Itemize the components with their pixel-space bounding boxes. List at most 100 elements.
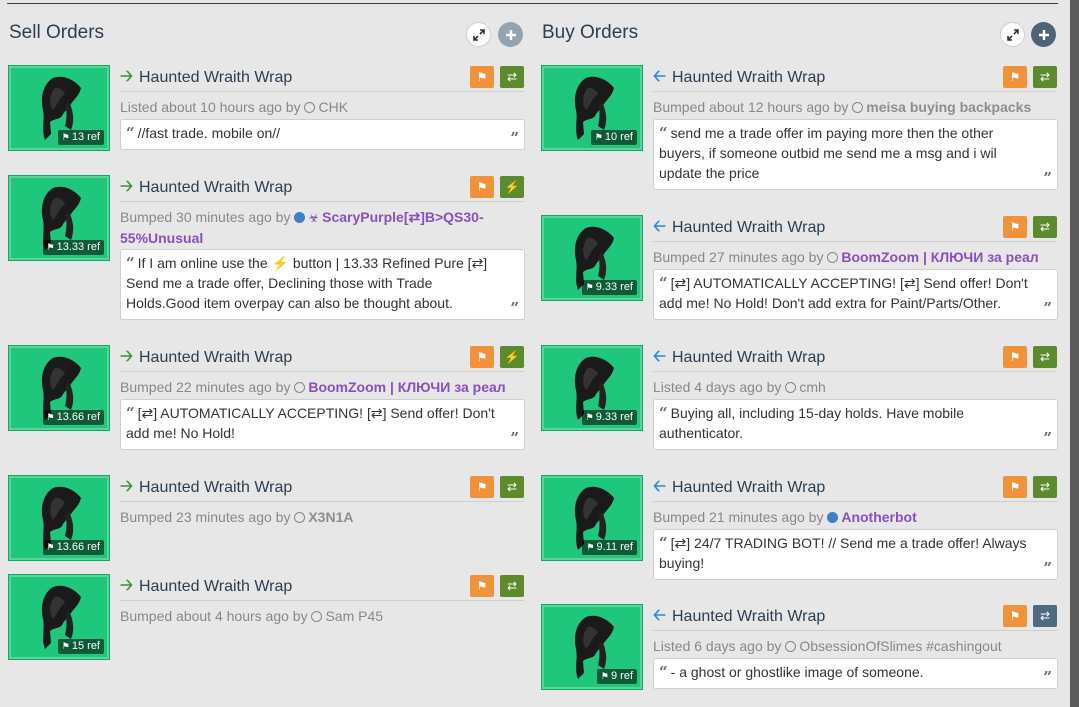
item-thumbnail[interactable]: ⚑ 9.11 ref [542,476,642,560]
item-thumbnail[interactable]: ⚑ 10 ref [542,66,642,150]
report-button[interactable]: ⚑ [1003,476,1027,498]
buy-expand-button[interactable] [1000,22,1025,47]
item-thumbnail[interactable]: ⚑ 9.33 ref [542,346,642,430]
item-name-link[interactable]: Haunted Wraith Wrap [139,578,292,596]
item-thumbnail[interactable]: ⚑ 9.33 ref [542,216,642,300]
arrow-right-icon: 🡢 [120,348,133,365]
user-link[interactable]: meisa buying backpacks [866,99,1031,115]
item-name-link[interactable]: Haunted Wraith Wrap [139,69,292,87]
user-link[interactable]: cmh [799,379,825,395]
trade-icon: ⇄ [506,70,518,84]
user-link[interactable]: Sam P45 [325,608,383,624]
comment-text: [⇄] 24/7 TRADING BOT! // Send me a trade… [659,535,1027,571]
sell-add-button[interactable] [498,22,523,47]
listing-meta: Bumped 30 minutes ago by ☣ ScaryPurple[⇄]… [120,207,530,248]
listing-status: Bumped 27 minutes ago by [653,249,824,265]
item-thumbnail[interactable]: ⚑ 9 ref [542,605,642,689]
item-name-link[interactable]: Haunted Wraith Wrap [672,69,825,87]
quote-open-icon: “ [659,404,668,422]
item-thumbnail[interactable]: ⚑ 13 ref [9,66,109,150]
price-badge: ⚑ 13 ref [57,130,104,145]
sell-orders-column: Sell Orders ⚑ 13 ref 🡢 Haunted Wraith Wrap ⚑… [0,0,525,707]
report-button[interactable]: ⚑ [470,476,494,498]
trade-offer-button[interactable]: ⇄ [1033,346,1057,368]
trade-offer-button[interactable]: ⇄ [1033,605,1057,627]
price-badge: ⚑ 9.11 ref [582,540,637,555]
report-button[interactable]: ⚑ [1003,605,1027,627]
quote-close-icon: ” [1043,299,1052,317]
listing-status: Listed 6 days ago by [653,638,782,654]
item-name-link[interactable]: Haunted Wraith Wrap [672,349,825,367]
comment-text: //fast trade. mobile on// [137,125,281,141]
instant-trade-button[interactable]: ⚡ [500,346,524,368]
price-badge: ⚑ 10 ref [590,130,637,145]
quote-close-icon: ” [510,129,519,147]
tag-icon: ⚑ [61,641,70,651]
report-button[interactable]: ⚑ [1003,346,1027,368]
listing-comment: “//fast trade. mobile on// ” [120,119,525,150]
user-link[interactable]: ObsessionOfSlimes #cashingout [799,638,1001,654]
scrollbar[interactable] [1070,0,1079,707]
listing-comment: “send me a trade offer im paying more th… [653,119,1058,190]
price-label: 10 ref [604,131,633,143]
user-badge-icon: ☣ [308,211,320,225]
item-name-link[interactable]: Haunted Wraith Wrap [139,479,292,497]
quote-open-icon: “ [659,274,668,292]
listing-meta: Bumped 21 minutes ago by Anotherbot [653,507,1063,527]
trade-offer-button[interactable]: ⇄ [1033,66,1057,88]
listing-status: Bumped 30 minutes ago by [120,209,291,225]
sell-expand-button[interactable] [466,22,491,47]
offline-status-icon [785,382,797,393]
item-name-link[interactable]: Haunted Wraith Wrap [672,608,825,626]
report-button[interactable]: ⚑ [470,346,494,368]
flag-icon: ⚑ [1009,350,1021,364]
item-header: 🡠 Haunted Wraith Wrap ⚑ ⇄ [653,605,1057,631]
user-link[interactable]: Anotherbot [841,509,916,525]
flag-icon: ⚑ [1009,220,1021,234]
item-thumbnail[interactable]: ⚑ 13.66 ref [9,476,109,560]
price-label: 13 ref [71,131,100,143]
price-label: 13.33 ref [56,241,100,253]
trade-offer-button[interactable]: ⇄ [1033,216,1057,238]
report-button[interactable]: ⚑ [1003,66,1027,88]
instant-trade-button[interactable]: ⚡ [500,176,524,198]
trade-offer-button[interactable]: ⇄ [500,66,524,88]
report-button[interactable]: ⚑ [470,66,494,88]
item-name-link[interactable]: Haunted Wraith Wrap [139,179,292,197]
user-link[interactable]: BoomZoom | КЛЮЧИ за реал [841,249,1038,265]
item-thumbnail[interactable]: ⚑ 15 ref [9,575,109,659]
quote-open-icon: “ [126,254,135,272]
price-label: 9.33 ref [595,281,633,293]
user-link[interactable]: X3N1A [308,509,353,525]
report-button[interactable]: ⚑ [470,176,494,198]
expand-icon [1006,28,1019,41]
user-link[interactable]: CHK [318,99,348,115]
lightning-icon: ⚡ [504,350,520,364]
item-header: 🡢 Haunted Wraith Wrap ⚑ ⇄ [120,476,524,502]
arrow-right-icon: 🡢 [120,478,133,495]
offline-status-icon [311,611,323,622]
report-button[interactable]: ⚑ [1003,216,1027,238]
arrow-right-icon: 🡢 [120,68,133,85]
item-thumbnail[interactable]: ⚑ 13.33 ref [9,176,109,260]
trade-offer-button[interactable]: ⇄ [500,575,524,597]
price-label: 13.66 ref [56,411,100,423]
trade-offer-button[interactable]: ⇄ [1033,476,1057,498]
item-name-link[interactable]: Haunted Wraith Wrap [139,349,292,367]
buy-add-button[interactable] [1031,22,1056,47]
price-badge: ⚑ 13.33 ref [42,240,104,255]
item-name-link[interactable]: Haunted Wraith Wrap [672,479,825,497]
listing-status: Bumped about 4 hours ago by [120,608,308,624]
item-header: 🡢 Haunted Wraith Wrap ⚑ ⇄ [120,575,524,601]
user-link[interactable]: BoomZoom | КЛЮЧИ за реал [308,379,505,395]
item-name-link[interactable]: Haunted Wraith Wrap [672,219,825,237]
item-thumbnail[interactable]: ⚑ 13.66 ref [9,346,109,430]
arrow-left-icon: 🡠 [653,478,666,495]
sell-orders-title: Sell Orders [9,22,105,43]
report-button[interactable]: ⚑ [470,575,494,597]
price-label: 9 ref [610,670,633,682]
comment-text: send me a trade offer im paying more the… [659,125,997,181]
plus-icon [505,29,516,40]
trade-offer-button[interactable]: ⇄ [500,476,524,498]
flag-icon: ⚑ [476,70,488,84]
